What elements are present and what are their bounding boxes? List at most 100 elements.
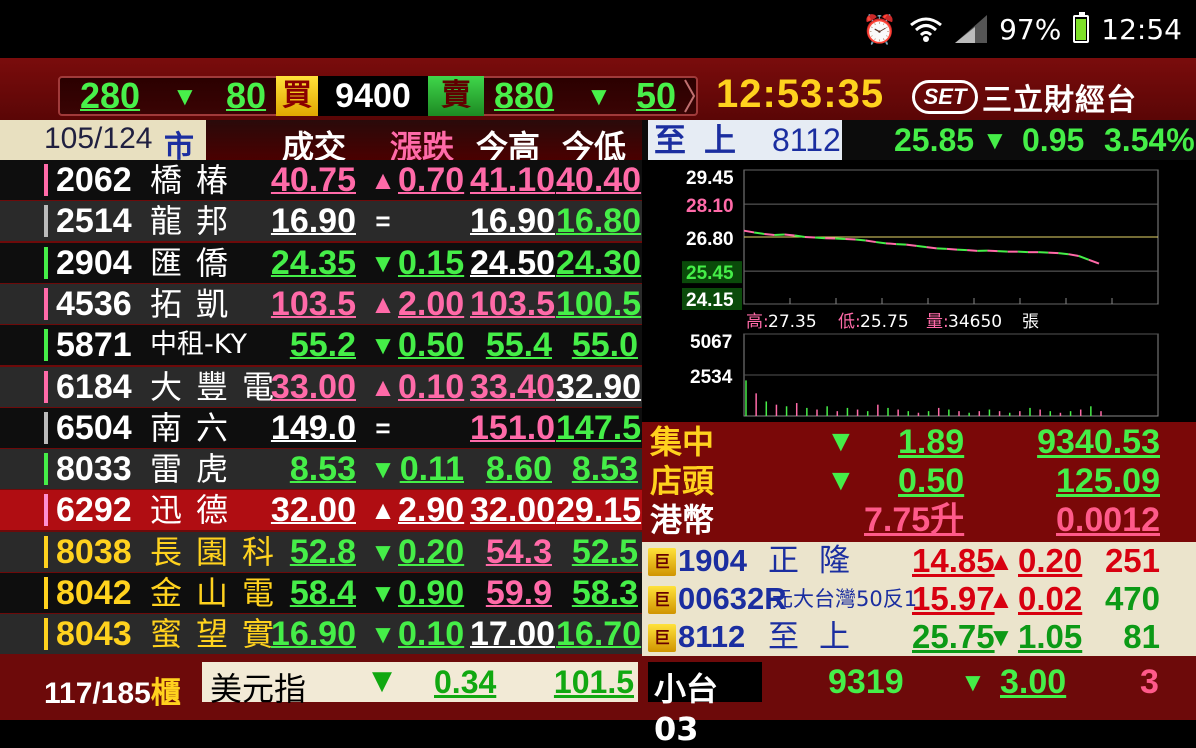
table-row[interactable]: 8033雷虎8.53▼0.118.608.53: [0, 449, 642, 489]
row-trend-bar: [44, 577, 48, 609]
stock-low: 24.30: [556, 243, 638, 283]
chart-stat: 27.35: [768, 312, 817, 332]
table-row[interactable]: 2514龍邦16.90=16.9016.80: [0, 201, 642, 241]
tv-screen[interactable]: 280 ▼ 80 買 9400 賣 880 ▼ 50 12:53:35 SET …: [0, 58, 1196, 720]
table-row[interactable]: 6504南六149.0=151.0147.5: [0, 408, 642, 448]
futures-name: 小台03: [654, 664, 762, 748]
index-label: 港幣: [650, 500, 714, 540]
table-row[interactable]: 8038長園科52.8▼0.2054.352.5: [0, 532, 642, 572]
logo-badge: SET: [912, 80, 978, 114]
stock-name: 拓凱: [150, 284, 266, 324]
stock-high: 55.4: [470, 325, 552, 365]
focus-pct: 3.54%: [1104, 120, 1195, 160]
stock-trade: 103.5: [268, 284, 356, 324]
otc-count-value: 117/185: [44, 677, 151, 710]
table-row[interactable]: 6184大豐電33.00▲0.1033.4032.90: [0, 367, 642, 407]
alert-quote-row[interactable]: 巨8112至上25.75▼1.0581: [642, 618, 1196, 656]
alert-quote-row[interactable]: 巨1904正隆14.85▲0.20251: [642, 542, 1196, 580]
stock-name: 龍邦: [150, 201, 266, 241]
table-row[interactable]: 5871中租-KY55.2▼0.5055.455.0: [0, 325, 642, 365]
alert-quote-row[interactable]: 巨00632R元大台灣50反115.97▲0.02470: [642, 580, 1196, 618]
row-trend-bar: [44, 618, 48, 650]
stock-change: 0.90: [398, 573, 464, 613]
price-line-segment: [896, 244, 906, 245]
stock-high: 151.0: [470, 408, 552, 448]
futures-price: 9319: [828, 662, 904, 702]
price-line-segment: [876, 242, 886, 243]
bottom-left-bar: 117/185櫃 美元指 ▼ 0.34 101.5: [0, 656, 642, 720]
index-down-icon: ▼: [826, 422, 856, 462]
table-row[interactable]: 4536拓凱103.5▲2.00103.5100.5: [0, 284, 642, 324]
futures-name-box: 小台03: [648, 662, 762, 702]
table-row[interactable]: 2062橋椿40.75▲0.7041.1040.40: [0, 160, 642, 200]
stock-name: 長園科: [150, 532, 266, 572]
stock-high: 17.00: [470, 614, 552, 654]
down-arrow-icon: ▼: [368, 532, 398, 572]
stock-change: 2.90: [398, 490, 464, 530]
otc-count: 117/185櫃: [44, 668, 181, 712]
alert-quotes-panel: 巨1904正隆14.85▲0.20251巨00632R元大台灣50反115.97…: [642, 542, 1196, 656]
table-row[interactable]: 8043蜜望實16.90▼0.1017.0016.70: [0, 614, 642, 654]
alert-change: 1.05: [1018, 618, 1082, 656]
down-arrow-icon: ▼: [368, 614, 398, 654]
price-line-segment: [1058, 253, 1068, 254]
up-arrow-icon: ▲: [988, 580, 1014, 618]
buy-label: 買: [276, 76, 318, 116]
price-line-segment: [957, 250, 967, 251]
stock-name: 蜜望實: [150, 614, 266, 654]
stock-trade: 52.8: [268, 532, 356, 572]
stock-low: 55.0: [556, 325, 638, 365]
status-bar: ⏰ 97% 12:54: [0, 0, 1196, 58]
alert-name: 至上: [768, 618, 882, 656]
stock-low: 8.53: [556, 449, 638, 489]
stock-high: 24.50: [470, 243, 552, 283]
chart-stat: 25.75: [860, 312, 909, 332]
stock-code: 8043: [56, 614, 132, 654]
index-value: 9340.53: [1037, 422, 1160, 462]
ticker-left-change: 80: [226, 74, 266, 118]
index-row: 港幣7.75升0.0012: [642, 500, 1196, 540]
dollar-index-name: 美元指: [210, 664, 306, 710]
broadcast-clock: 12:53:35: [716, 72, 884, 117]
alert-volume: 81: [1123, 618, 1160, 656]
index-value: 0.0012: [1056, 500, 1160, 540]
row-trend-bar: [44, 329, 48, 361]
index-value: 125.09: [1056, 461, 1160, 501]
large-trade-icon: 巨: [648, 624, 676, 652]
table-header: 105/124 市 成交 漲跌 今高 今低: [0, 120, 642, 160]
stock-name: 匯僑: [150, 243, 266, 283]
stock-code: 6292: [56, 490, 132, 530]
down-arrow-icon: ▼: [368, 573, 398, 613]
index-row: 店頭▼0.50125.09: [642, 461, 1196, 501]
table-row[interactable]: 2904匯僑24.35▼0.1524.5024.30: [0, 243, 642, 283]
stock-trade: 32.00: [268, 490, 356, 530]
stock-low: 32.90: [556, 367, 638, 407]
stock-low: 52.5: [556, 532, 638, 572]
stock-high: 8.60: [470, 449, 552, 489]
stock-name: 大豐電: [150, 367, 266, 407]
stock-high: 16.90: [470, 201, 552, 241]
stock-change: 0.15: [398, 243, 464, 283]
stock-trade: 149.0: [268, 408, 356, 448]
stock-low: 16.70: [556, 614, 638, 654]
table-row[interactable]: 8042金山電58.4▼0.9059.958.3: [0, 573, 642, 613]
stock-trade: 16.90: [268, 201, 356, 241]
alert-code: 00632R: [678, 580, 787, 618]
table-row[interactable]: 6292迅德32.00▲2.9032.0029.15: [0, 490, 642, 530]
focus-change: 0.95: [1022, 120, 1084, 160]
stock-trade: 16.90: [268, 614, 356, 654]
stock-code: 8042: [56, 573, 132, 613]
row-trend-bar: [44, 453, 48, 485]
futures-down-icon: ▼: [960, 662, 986, 702]
price-line-segment: [906, 245, 916, 246]
header-date-box: 105/124 市: [0, 120, 206, 160]
price-line-segment: [764, 234, 774, 235]
stock-trade: 8.53: [268, 449, 356, 489]
alarm-clock-icon: ⏰: [862, 13, 897, 46]
index-down-icon: ▼: [826, 461, 856, 501]
signal-icon: [955, 15, 987, 43]
price-line-segment: [1048, 253, 1058, 254]
alert-code: 1904: [678, 542, 747, 580]
stock-change: 2.00: [398, 284, 464, 324]
ticker-right-chevron: [684, 78, 696, 114]
